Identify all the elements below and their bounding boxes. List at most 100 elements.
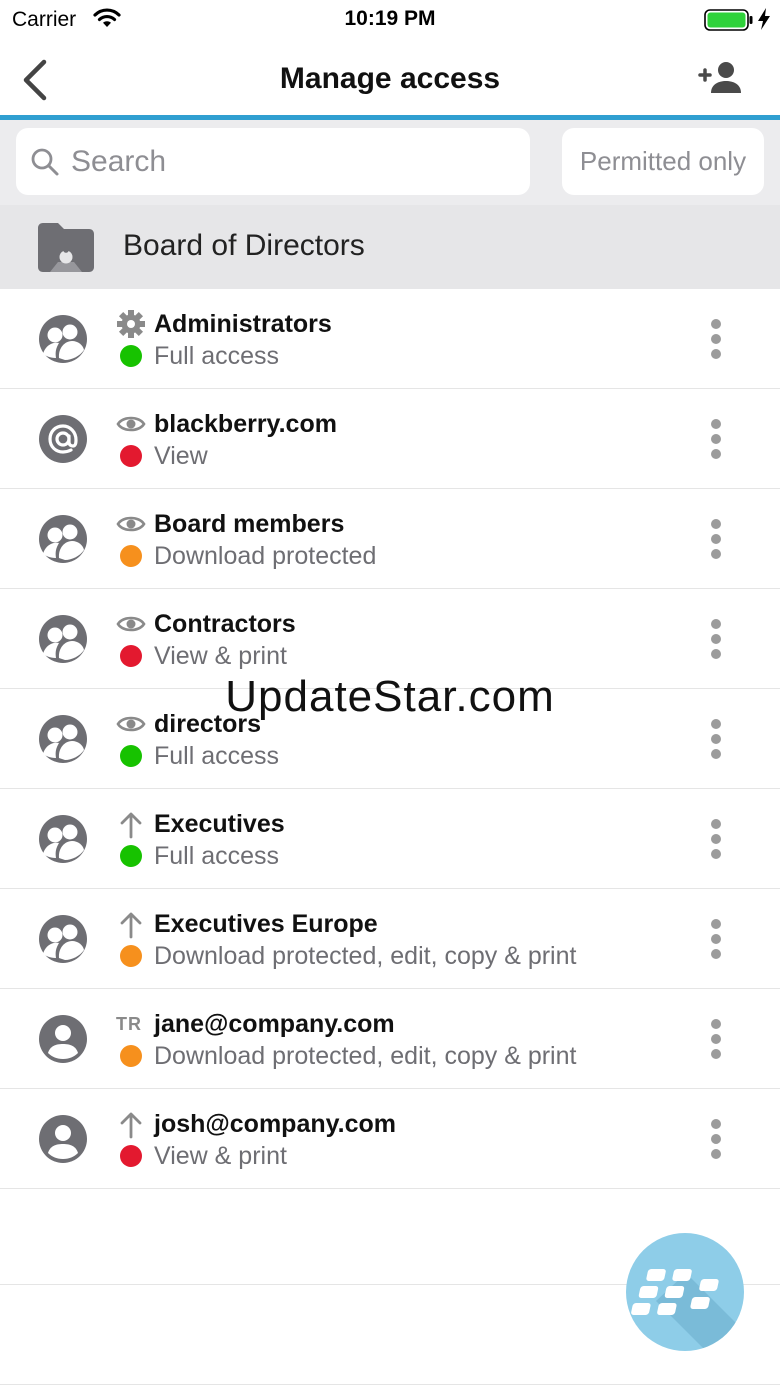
more-options-button[interactable] — [700, 819, 732, 859]
access-status-dot — [120, 1045, 142, 1067]
group-icon — [39, 515, 87, 563]
battery-icon — [704, 9, 753, 31]
search-icon — [31, 148, 59, 176]
access-list: Administrators Full access blackberry.co… — [0, 289, 780, 1189]
access-list-item[interactable]: blackberry.com View — [0, 389, 780, 489]
item-access-level: Full access — [154, 842, 280, 870]
person-icon — [39, 1115, 87, 1163]
blackberry-fab-button[interactable] — [626, 1233, 744, 1351]
group-icon — [39, 715, 87, 763]
search-input[interactable]: Search — [16, 128, 530, 195]
access-status-dot — [120, 545, 142, 567]
more-dot-icon — [711, 719, 721, 729]
gear-icon — [117, 310, 145, 338]
more-dot-icon — [711, 1049, 721, 1059]
more-dot-icon — [711, 949, 721, 959]
nav-bar: Manage access — [0, 40, 780, 115]
more-options-button[interactable] — [700, 919, 732, 959]
access-list-item[interactable]: Contractors View & print — [0, 589, 780, 689]
item-access-level: View & print — [154, 1142, 287, 1170]
item-access-level: Full access — [154, 342, 280, 370]
more-dot-icon — [711, 1034, 721, 1044]
access-status-dot — [120, 1145, 142, 1167]
item-access-level: Download protected, edit, copy & print — [154, 1042, 577, 1070]
eye-icon — [116, 516, 146, 532]
arrow-up-icon — [120, 1112, 142, 1139]
access-status-dot — [120, 445, 142, 467]
blackberry-logo-icon — [631, 1269, 744, 1351]
more-dot-icon — [711, 334, 721, 344]
more-dot-icon — [711, 549, 721, 559]
more-options-button[interactable] — [700, 719, 732, 759]
eye-icon — [116, 416, 146, 432]
item-name: Executives — [154, 810, 285, 838]
group-icon — [39, 615, 87, 663]
item-access-level: View & print — [154, 642, 287, 670]
search-area: Search Permitted only — [0, 120, 780, 205]
more-dot-icon — [711, 934, 721, 944]
more-options-button[interactable] — [700, 1119, 732, 1159]
more-dot-icon — [711, 1119, 721, 1129]
more-options-button[interactable] — [700, 319, 732, 359]
group-icon — [39, 315, 87, 363]
more-dot-icon — [711, 519, 721, 529]
more-dot-icon — [711, 849, 721, 859]
add-person-icon — [698, 62, 741, 93]
more-dot-icon — [711, 449, 721, 459]
more-dot-icon — [711, 919, 721, 929]
more-dot-icon — [711, 1019, 721, 1029]
more-options-button[interactable] — [700, 1019, 732, 1059]
eye-icon — [116, 716, 146, 732]
access-status-dot — [120, 345, 142, 367]
arrow-up-icon — [120, 912, 142, 939]
more-options-button[interactable] — [700, 419, 732, 459]
folder-title: Board of Directors — [123, 229, 365, 262]
access-list-item[interactable]: Executives Full access — [0, 789, 780, 889]
item-name: Executives Europe — [154, 910, 378, 938]
item-name: Contractors — [154, 610, 296, 638]
item-access-level: View — [154, 442, 208, 470]
more-dot-icon — [711, 1149, 721, 1159]
more-dot-icon — [711, 619, 721, 629]
eye-icon — [116, 616, 146, 632]
group-icon — [39, 815, 87, 863]
more-dot-icon — [711, 434, 721, 444]
access-status-dot — [120, 645, 142, 667]
arrow-up-icon — [120, 812, 142, 839]
shared-folder-icon — [38, 223, 94, 272]
access-list-item[interactable]: TR jane@company.com Download protected, … — [0, 989, 780, 1089]
status-time: 10:19 PM — [344, 7, 436, 30]
more-dot-icon — [711, 734, 721, 744]
more-dot-icon — [711, 319, 721, 329]
page-title: Manage access — [279, 62, 501, 95]
status-bar: Carrier 10:19 PM — [0, 0, 780, 40]
item-name: josh@company.com — [154, 1110, 397, 1138]
more-dot-icon — [711, 819, 721, 829]
more-dot-icon — [711, 649, 721, 659]
list-divider — [0, 1384, 780, 1385]
more-dot-icon — [711, 534, 721, 544]
more-dot-icon — [711, 634, 721, 644]
permitted-only-toggle[interactable]: Permitted only — [562, 128, 764, 195]
more-options-button[interactable] — [700, 519, 732, 559]
more-dot-icon — [711, 1134, 721, 1144]
more-options-button[interactable] — [700, 619, 732, 659]
folder-header: Board of Directors — [0, 205, 780, 289]
more-dot-icon — [711, 749, 721, 759]
item-access-level: Full access — [154, 742, 280, 770]
access-list-item[interactable]: Executives Europe Download protected, ed… — [0, 889, 780, 989]
add-user-button[interactable] — [698, 60, 744, 96]
item-name: Administrators — [154, 310, 332, 338]
more-dot-icon — [711, 419, 721, 429]
item-access-level: Download protected, edit, copy & print — [154, 942, 577, 970]
charging-bolt-icon — [758, 8, 770, 30]
access-list-item[interactable]: josh@company.com View & print — [0, 1089, 780, 1189]
access-list-item[interactable]: Administrators Full access — [0, 289, 780, 389]
access-list-item[interactable]: directors Full access — [0, 689, 780, 789]
item-access-level: Download protected — [154, 542, 377, 570]
item-name: blackberry.com — [154, 410, 337, 438]
access-list-item[interactable]: Board members Download protected — [0, 489, 780, 589]
group-icon — [39, 915, 87, 963]
access-status-dot — [120, 845, 142, 867]
item-name: jane@company.com — [154, 1010, 395, 1038]
